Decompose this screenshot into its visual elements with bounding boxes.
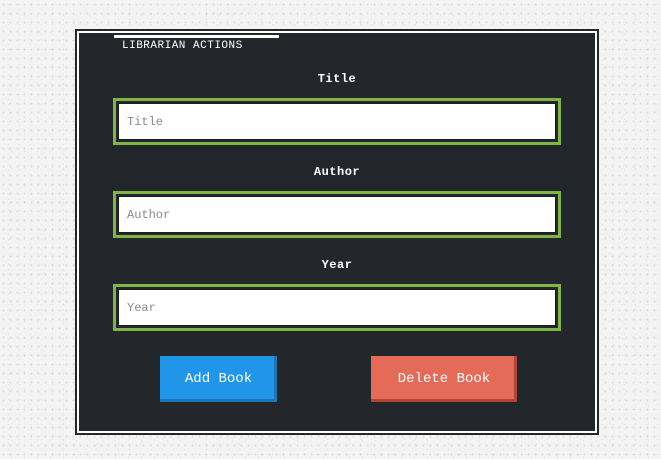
author-label: Author [313, 165, 361, 179]
panel-body: LIBRARIAN ACTIONS Title Author Year Add … [82, 35, 592, 428]
librarian-actions-panel: LIBRARIAN ACTIONS Title Author Year Add … [75, 29, 599, 435]
add-book-button[interactable]: Add Book [160, 356, 277, 402]
title-field-frame [113, 98, 561, 145]
year-input[interactable] [118, 289, 556, 326]
title-label: Title [317, 72, 357, 86]
delete-book-button[interactable]: Delete Book [371, 356, 517, 402]
year-label: Year [321, 258, 353, 272]
panel-legend: LIBRARIAN ACTIONS [114, 35, 279, 55]
author-field-frame [113, 191, 561, 238]
author-input[interactable] [118, 196, 556, 233]
year-field-frame [113, 284, 561, 331]
title-input[interactable] [118, 103, 556, 140]
